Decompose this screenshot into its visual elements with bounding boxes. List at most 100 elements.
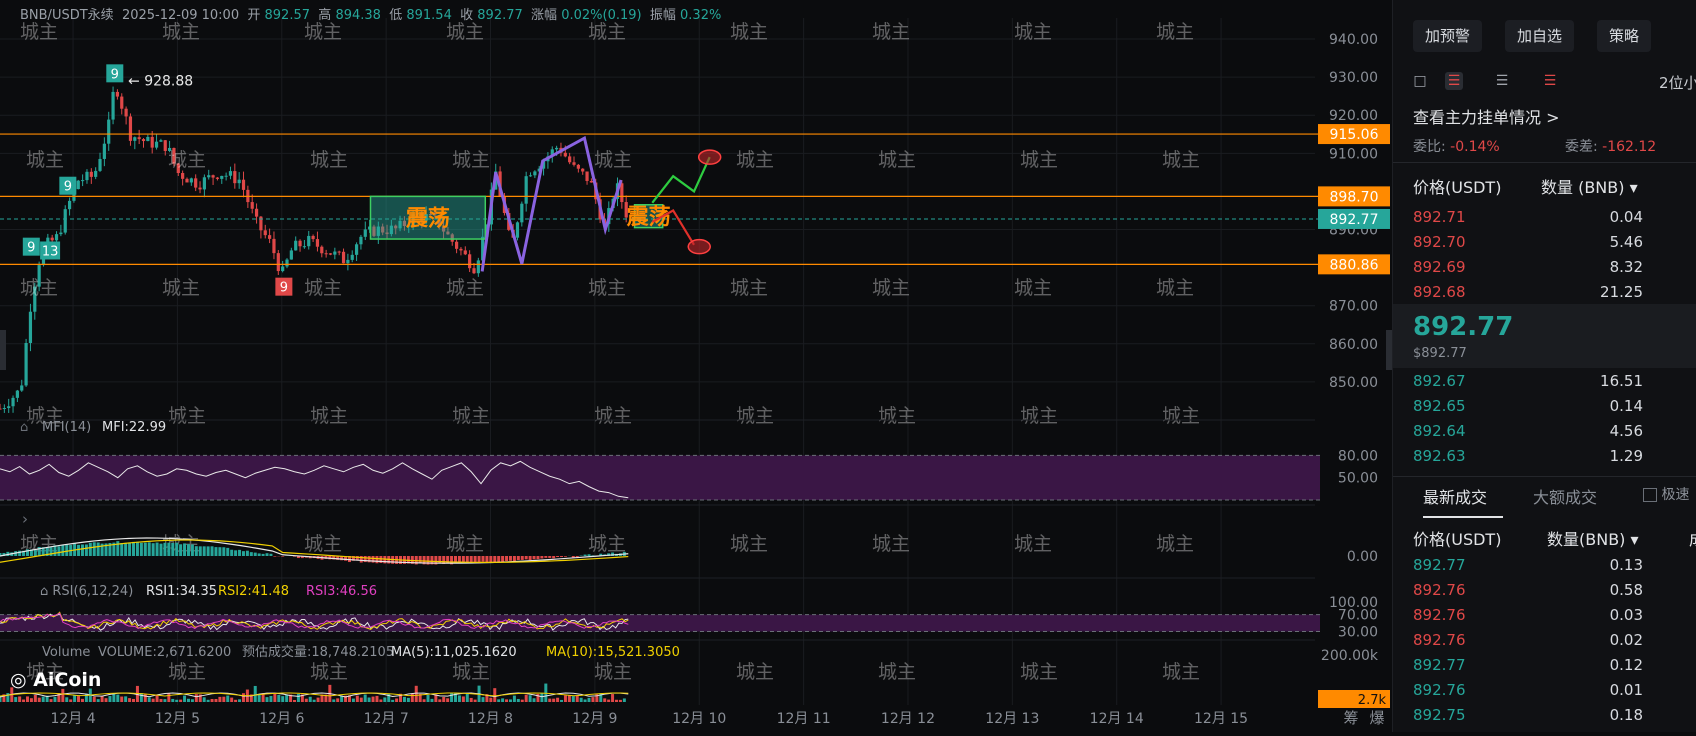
macd-bar — [230, 550, 233, 556]
candle-body — [459, 249, 462, 251]
bid-row[interactable]: 892.631.29 — [1413, 447, 1696, 471]
ask-row[interactable]: 892.710.04 — [1413, 208, 1696, 232]
volume-bar — [124, 696, 127, 702]
trade-row[interactable]: 892.760.02 — [1413, 631, 1696, 655]
watermark-text: 城主 — [872, 21, 910, 43]
aicoin-logo: ◎ AiCoin — [10, 669, 101, 691]
macd-bar — [156, 543, 159, 556]
add-alert-button[interactable]: 加预警 — [1413, 20, 1482, 52]
td-count-label: 9 — [111, 67, 119, 82]
add-watchlist-button[interactable]: 加自选 — [1505, 20, 1574, 52]
tab-latest-trades[interactable]: 最新成交 — [1423, 484, 1487, 508]
volume-bar — [175, 700, 178, 702]
trade-row[interactable]: 892.760.03 — [1413, 606, 1696, 630]
bar-datetime: 2025-12-09 10:00 — [122, 8, 239, 23]
trade-row[interactable]: 892.760.01 — [1413, 681, 1696, 705]
macd-bar — [501, 556, 504, 562]
volume-bar — [187, 699, 190, 702]
trade-row[interactable]: 892.760.58 — [1413, 581, 1696, 605]
volume-bar — [156, 695, 159, 702]
candle-body — [590, 181, 593, 183]
candle-body — [272, 239, 275, 253]
watermark-text: 城主 — [588, 277, 626, 299]
row-qty: 0.13 — [1563, 556, 1643, 574]
macd-bar — [218, 547, 221, 556]
macd-bar — [505, 556, 508, 561]
volume-bar — [234, 700, 237, 702]
open-value: 892.57 — [265, 8, 311, 23]
volume-bar — [238, 699, 241, 702]
ask-row[interactable]: 892.705.46 — [1413, 233, 1696, 257]
macd-bar — [211, 546, 214, 556]
macd-bar — [140, 543, 143, 556]
volume-bar — [375, 696, 378, 702]
row-qty: 0.18 — [1563, 706, 1643, 724]
volume-bar — [120, 697, 123, 702]
fast-toggle[interactable]: 极速 — [1643, 484, 1689, 504]
candle-body — [233, 171, 236, 183]
trade-col-qty[interactable]: 数量(BNB) ▾ — [1547, 526, 1639, 550]
trade-col-extra: 成 — [1689, 526, 1696, 550]
macd-bar — [191, 544, 194, 556]
volume-bar — [152, 699, 155, 702]
book-both-icon[interactable]: ☰ — [1445, 72, 1463, 90]
macd-bar — [564, 556, 567, 557]
range-box-label: 震荡 — [406, 206, 450, 232]
book-bids-icon[interactable]: ☰ — [1493, 72, 1511, 90]
volume-last-label: 2.7k — [1358, 693, 1387, 708]
volume-bar — [273, 694, 276, 702]
candle-body — [125, 109, 128, 117]
volume-bar — [69, 699, 72, 702]
candle-body — [216, 178, 219, 179]
td-count-label: 9 — [27, 241, 35, 256]
bid-row[interactable]: 892.644.56 — [1413, 422, 1696, 446]
candle-body — [529, 175, 532, 176]
macd-bar — [171, 543, 174, 556]
volume-bar — [415, 686, 418, 702]
volume-estimate: 预估成交量:18,748.2105 — [242, 644, 394, 660]
trade-row[interactable]: 892.750.18 — [1413, 706, 1696, 730]
macd-bar — [18, 551, 21, 556]
watermark-text: 城主 — [1156, 533, 1194, 555]
volume-bar — [18, 696, 21, 702]
price-chart[interactable]: 12月 412月 512月 612月 712月 812月 912月 1012月 … — [0, 0, 1392, 732]
candle-body — [90, 172, 93, 177]
volume-bar — [81, 699, 84, 702]
decimals-select[interactable]: 2位小 — [1659, 72, 1696, 93]
volume-bar — [548, 699, 551, 702]
trade-col-price: 价格(USDT) — [1413, 526, 1501, 550]
volume-bar — [466, 694, 469, 702]
macd-bar — [576, 556, 579, 557]
strategy-button[interactable]: 策略 — [1597, 20, 1651, 52]
ask-row[interactable]: 892.6821.25 — [1413, 283, 1696, 307]
candle-body — [111, 92, 114, 120]
volume-bar — [603, 698, 606, 702]
left-collapse-handle — [0, 330, 6, 370]
book-asks-icon[interactable]: ☰ — [1541, 72, 1559, 90]
ask-row[interactable]: 892.698.32 — [1413, 258, 1696, 282]
checkbox-icon[interactable] — [1643, 488, 1657, 502]
volume-bar — [128, 698, 131, 702]
volume-bar — [607, 700, 610, 702]
volume-bar — [517, 699, 520, 702]
tab-large-trades[interactable]: 大额成交 — [1533, 484, 1597, 508]
layout-icon[interactable]: □ — [1411, 72, 1429, 90]
chart-canvas[interactable]: 12月 412月 512月 612月 712月 812月 912月 1012月 … — [0, 0, 1392, 732]
depth-link[interactable]: 查看主力挂单情况 > — [1413, 104, 1560, 128]
volume-bar — [218, 697, 221, 702]
macd-bar — [485, 556, 488, 562]
candle-body — [255, 209, 258, 217]
candle-body — [281, 266, 284, 271]
volume-bar — [97, 699, 100, 702]
watermark-text: 城主 — [594, 661, 632, 683]
col-qty-header[interactable]: 数量 (BNB) ▾ — [1541, 174, 1638, 198]
volume-bar — [423, 699, 426, 702]
bid-row[interactable]: 892.6716.51 — [1413, 372, 1696, 396]
bid-row[interactable]: 892.650.14 — [1413, 397, 1696, 421]
volume-bar — [356, 696, 359, 702]
trade-row[interactable]: 892.770.12 — [1413, 656, 1696, 680]
trade-row[interactable]: 892.770.13 — [1413, 556, 1696, 580]
x-tick-label: 12月 13 — [985, 711, 1039, 727]
macd-bar — [148, 542, 151, 556]
watermark-text: 城主 — [1020, 661, 1058, 683]
